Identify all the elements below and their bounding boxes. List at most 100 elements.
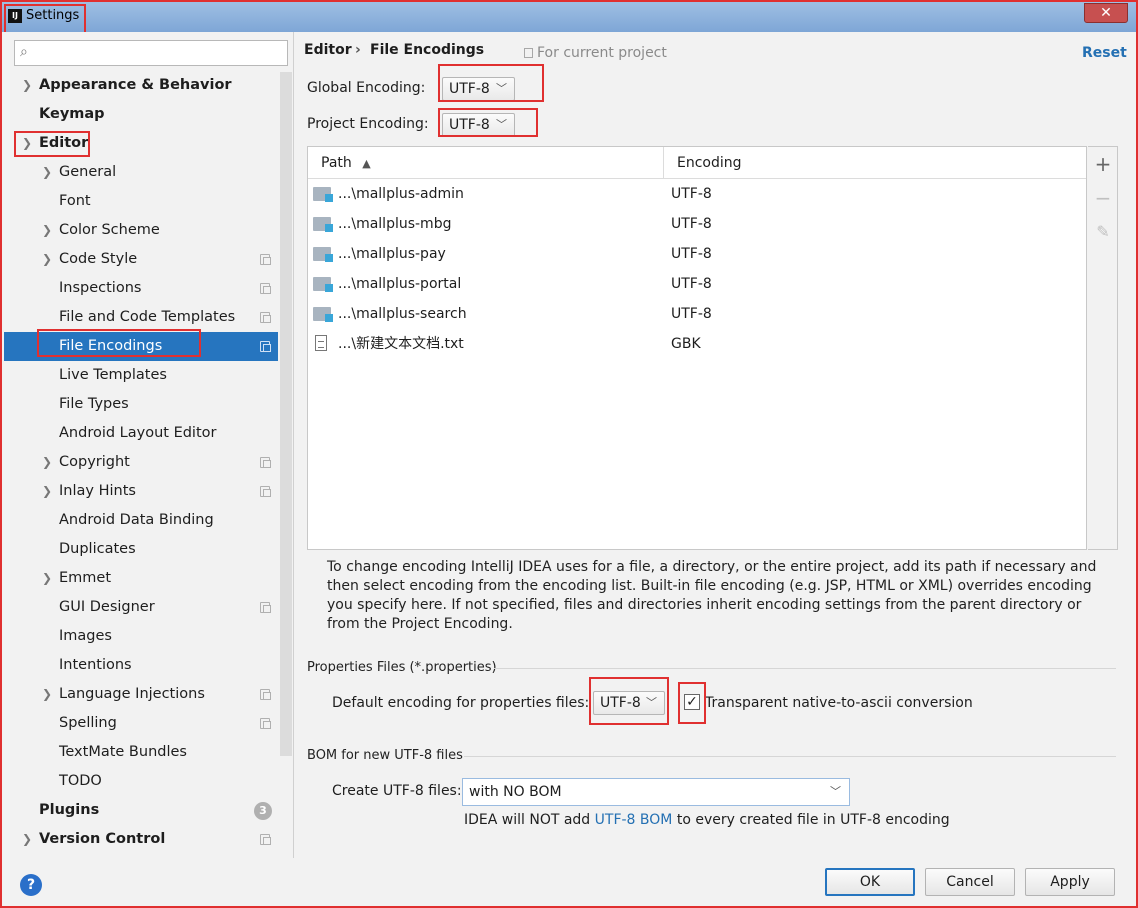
sidebar-item-language-injections[interactable]: ❯ Language Injections	[4, 680, 278, 709]
table-row[interactable]: ...\新建文本文档.txt GBK	[308, 329, 1086, 359]
reset-link[interactable]: Reset	[1082, 45, 1127, 61]
chevron-right-icon: ❯	[42, 484, 53, 498]
properties-section-title: Properties Files (*.properties)	[307, 660, 497, 675]
module-folder-icon	[313, 277, 333, 292]
project-scope-icon	[524, 48, 533, 58]
sidebar-item-label: Android Layout Editor	[59, 425, 217, 441]
sidebar-item-images[interactable]: Images	[4, 622, 278, 651]
sidebar-item-label: Live Templates	[59, 367, 167, 383]
sort-ascending-icon: ▲	[362, 157, 371, 170]
sidebar-item-label: Intentions	[59, 657, 132, 673]
sidebar-item-code-style[interactable]: ❯ Code Style	[4, 245, 278, 274]
create-utf8-label: Create UTF-8 files:	[332, 783, 462, 799]
project-scope-icon	[260, 689, 271, 700]
apply-button[interactable]: Apply	[1025, 868, 1115, 896]
sidebar-item-emmet[interactable]: ❯ Emmet	[4, 564, 278, 593]
chevron-right-icon: ❯	[22, 78, 33, 92]
global-encoding-select[interactable]: UTF-8 ﹀	[442, 77, 515, 101]
chevron-right-icon: ❯	[42, 455, 53, 469]
sidebar-item-plugins[interactable]: Plugins 3	[4, 796, 278, 825]
sidebar-item-label: Editor	[39, 135, 89, 151]
sidebar-item-todo[interactable]: TODO	[4, 767, 278, 796]
sidebar-item-label: TODO	[59, 773, 102, 789]
sidebar-item-appearance-behavior[interactable]: ❯ Appearance & Behavior	[4, 71, 278, 100]
chevron-right-icon: ❯	[42, 571, 53, 585]
utf8-bom-link[interactable]: UTF-8 BOM	[595, 812, 673, 828]
sidebar-item-label: Code Style	[59, 251, 138, 267]
sidebar-item-spelling[interactable]: Spelling	[4, 709, 278, 738]
table-row[interactable]: ...\mallplus-pay UTF-8	[308, 239, 1086, 269]
project-encoding-select[interactable]: UTF-8 ﹀	[442, 113, 515, 137]
sidebar-item-general[interactable]: ❯ General	[4, 158, 278, 187]
row-encoding: GBK	[671, 336, 701, 352]
sidebar-item-android-layout-editor[interactable]: Android Layout Editor	[4, 419, 278, 448]
sidebar-item-label: Inlay Hints	[59, 483, 136, 499]
remove-icon[interactable]: −	[1092, 187, 1114, 209]
table-row[interactable]: ...\mallplus-mbg UTF-8	[308, 209, 1086, 239]
native-to-ascii-checkbox[interactable]: ✓	[684, 694, 700, 710]
sidebar-item-inspections[interactable]: Inspections	[4, 274, 278, 303]
row-encoding: UTF-8	[671, 216, 712, 232]
create-utf8-select[interactable]: with NO BOM ﹀	[462, 778, 850, 806]
chevron-down-icon: ❯	[22, 136, 33, 150]
properties-encoding-select[interactable]: UTF-8 ﹀	[593, 691, 665, 715]
chevron-down-icon: ﹀	[830, 785, 841, 798]
column-header-path[interactable]: Path ▲	[308, 147, 664, 179]
table-row[interactable]: ...\mallplus-portal UTF-8	[308, 269, 1086, 299]
native-to-ascii-label[interactable]: Transparent native-to-ascii conversion	[705, 695, 973, 711]
column-header-encoding[interactable]: Encoding	[664, 147, 1086, 179]
sidebar-item-copyright[interactable]: ❯ Copyright	[4, 448, 278, 477]
add-icon[interactable]: +	[1092, 153, 1114, 175]
settings-window: IJ Settings ✕ ⌕ ❯ Appearance & Behavior …	[0, 0, 1138, 908]
sidebar-item-duplicates[interactable]: Duplicates	[4, 535, 278, 564]
sidebar-item-label: Language Injections	[59, 686, 205, 702]
project-scope-icon	[260, 283, 271, 294]
module-folder-icon	[313, 307, 333, 322]
sidebar-item-file-code-templates[interactable]: File and Code Templates	[4, 303, 278, 332]
settings-search-input[interactable]	[43, 43, 283, 63]
project-encoding-label: Project Encoding:	[307, 116, 429, 132]
sidebar-item-label: Color Scheme	[59, 222, 160, 238]
chevron-right-icon: ❯	[42, 165, 53, 179]
file-encodings-panel: Editor › File Encodings For current proj…	[294, 32, 1136, 858]
sidebar-item-intentions[interactable]: Intentions	[4, 651, 278, 680]
module-folder-icon	[313, 187, 333, 202]
help-icon[interactable]: ?	[20, 874, 42, 896]
title-bar: IJ Settings ✕	[2, 2, 1136, 32]
breadcrumb-parent[interactable]: Editor	[304, 42, 352, 58]
ok-button[interactable]: OK	[825, 868, 915, 896]
close-button[interactable]: ✕	[1084, 3, 1128, 23]
sidebar-item-android-data-binding[interactable]: Android Data Binding	[4, 506, 278, 535]
cancel-button[interactable]: Cancel	[925, 868, 1015, 896]
row-encoding: UTF-8	[671, 306, 712, 322]
project-scope-icon	[260, 602, 271, 613]
sidebar-item-live-templates[interactable]: Live Templates	[4, 361, 278, 390]
sidebar-item-label: Plugins	[39, 802, 100, 818]
sidebar-item-version-control[interactable]: ❯ Version Control	[4, 825, 278, 854]
edit-icon[interactable]: ✎	[1092, 221, 1114, 243]
sidebar-item-inlay-hints[interactable]: ❯ Inlay Hints	[4, 477, 278, 506]
sidebar-item-label: Font	[59, 193, 91, 209]
sidebar-scrollbar[interactable]	[280, 72, 292, 756]
properties-encoding-value: UTF-8	[600, 695, 641, 711]
sidebar-item-color-scheme[interactable]: ❯ Color Scheme	[4, 216, 278, 245]
settings-search-box[interactable]: ⌕	[14, 40, 288, 66]
sidebar-item-label: Duplicates	[59, 541, 136, 557]
sidebar-item-keymap[interactable]: Keymap	[4, 100, 278, 129]
sidebar-item-gui-designer[interactable]: GUI Designer	[4, 593, 278, 622]
page-title: File Encodings	[370, 42, 485, 58]
sidebar-item-label: GUI Designer	[59, 599, 155, 615]
table-row[interactable]: ...\mallplus-admin UTF-8	[308, 179, 1086, 209]
breadcrumb-separator: ›	[355, 42, 361, 58]
sidebar-item-file-types[interactable]: File Types	[4, 390, 278, 419]
sidebar-item-label: File and Code Templates	[59, 309, 236, 325]
sidebar-item-textmate-bundles[interactable]: TextMate Bundles	[4, 738, 278, 767]
sidebar-item-font[interactable]: Font	[4, 187, 278, 216]
sidebar-item-file-encodings[interactable]: File Encodings	[4, 332, 278, 361]
project-scope-icon	[260, 834, 271, 845]
sidebar-item-editor[interactable]: ❯ Editor	[4, 129, 278, 158]
sidebar-item-label: File Types	[59, 396, 129, 412]
table-row[interactable]: ...\mallplus-search UTF-8	[308, 299, 1086, 329]
sidebar-item-label: Appearance & Behavior	[39, 77, 232, 93]
sidebar-item-label: Version Control	[39, 831, 166, 847]
